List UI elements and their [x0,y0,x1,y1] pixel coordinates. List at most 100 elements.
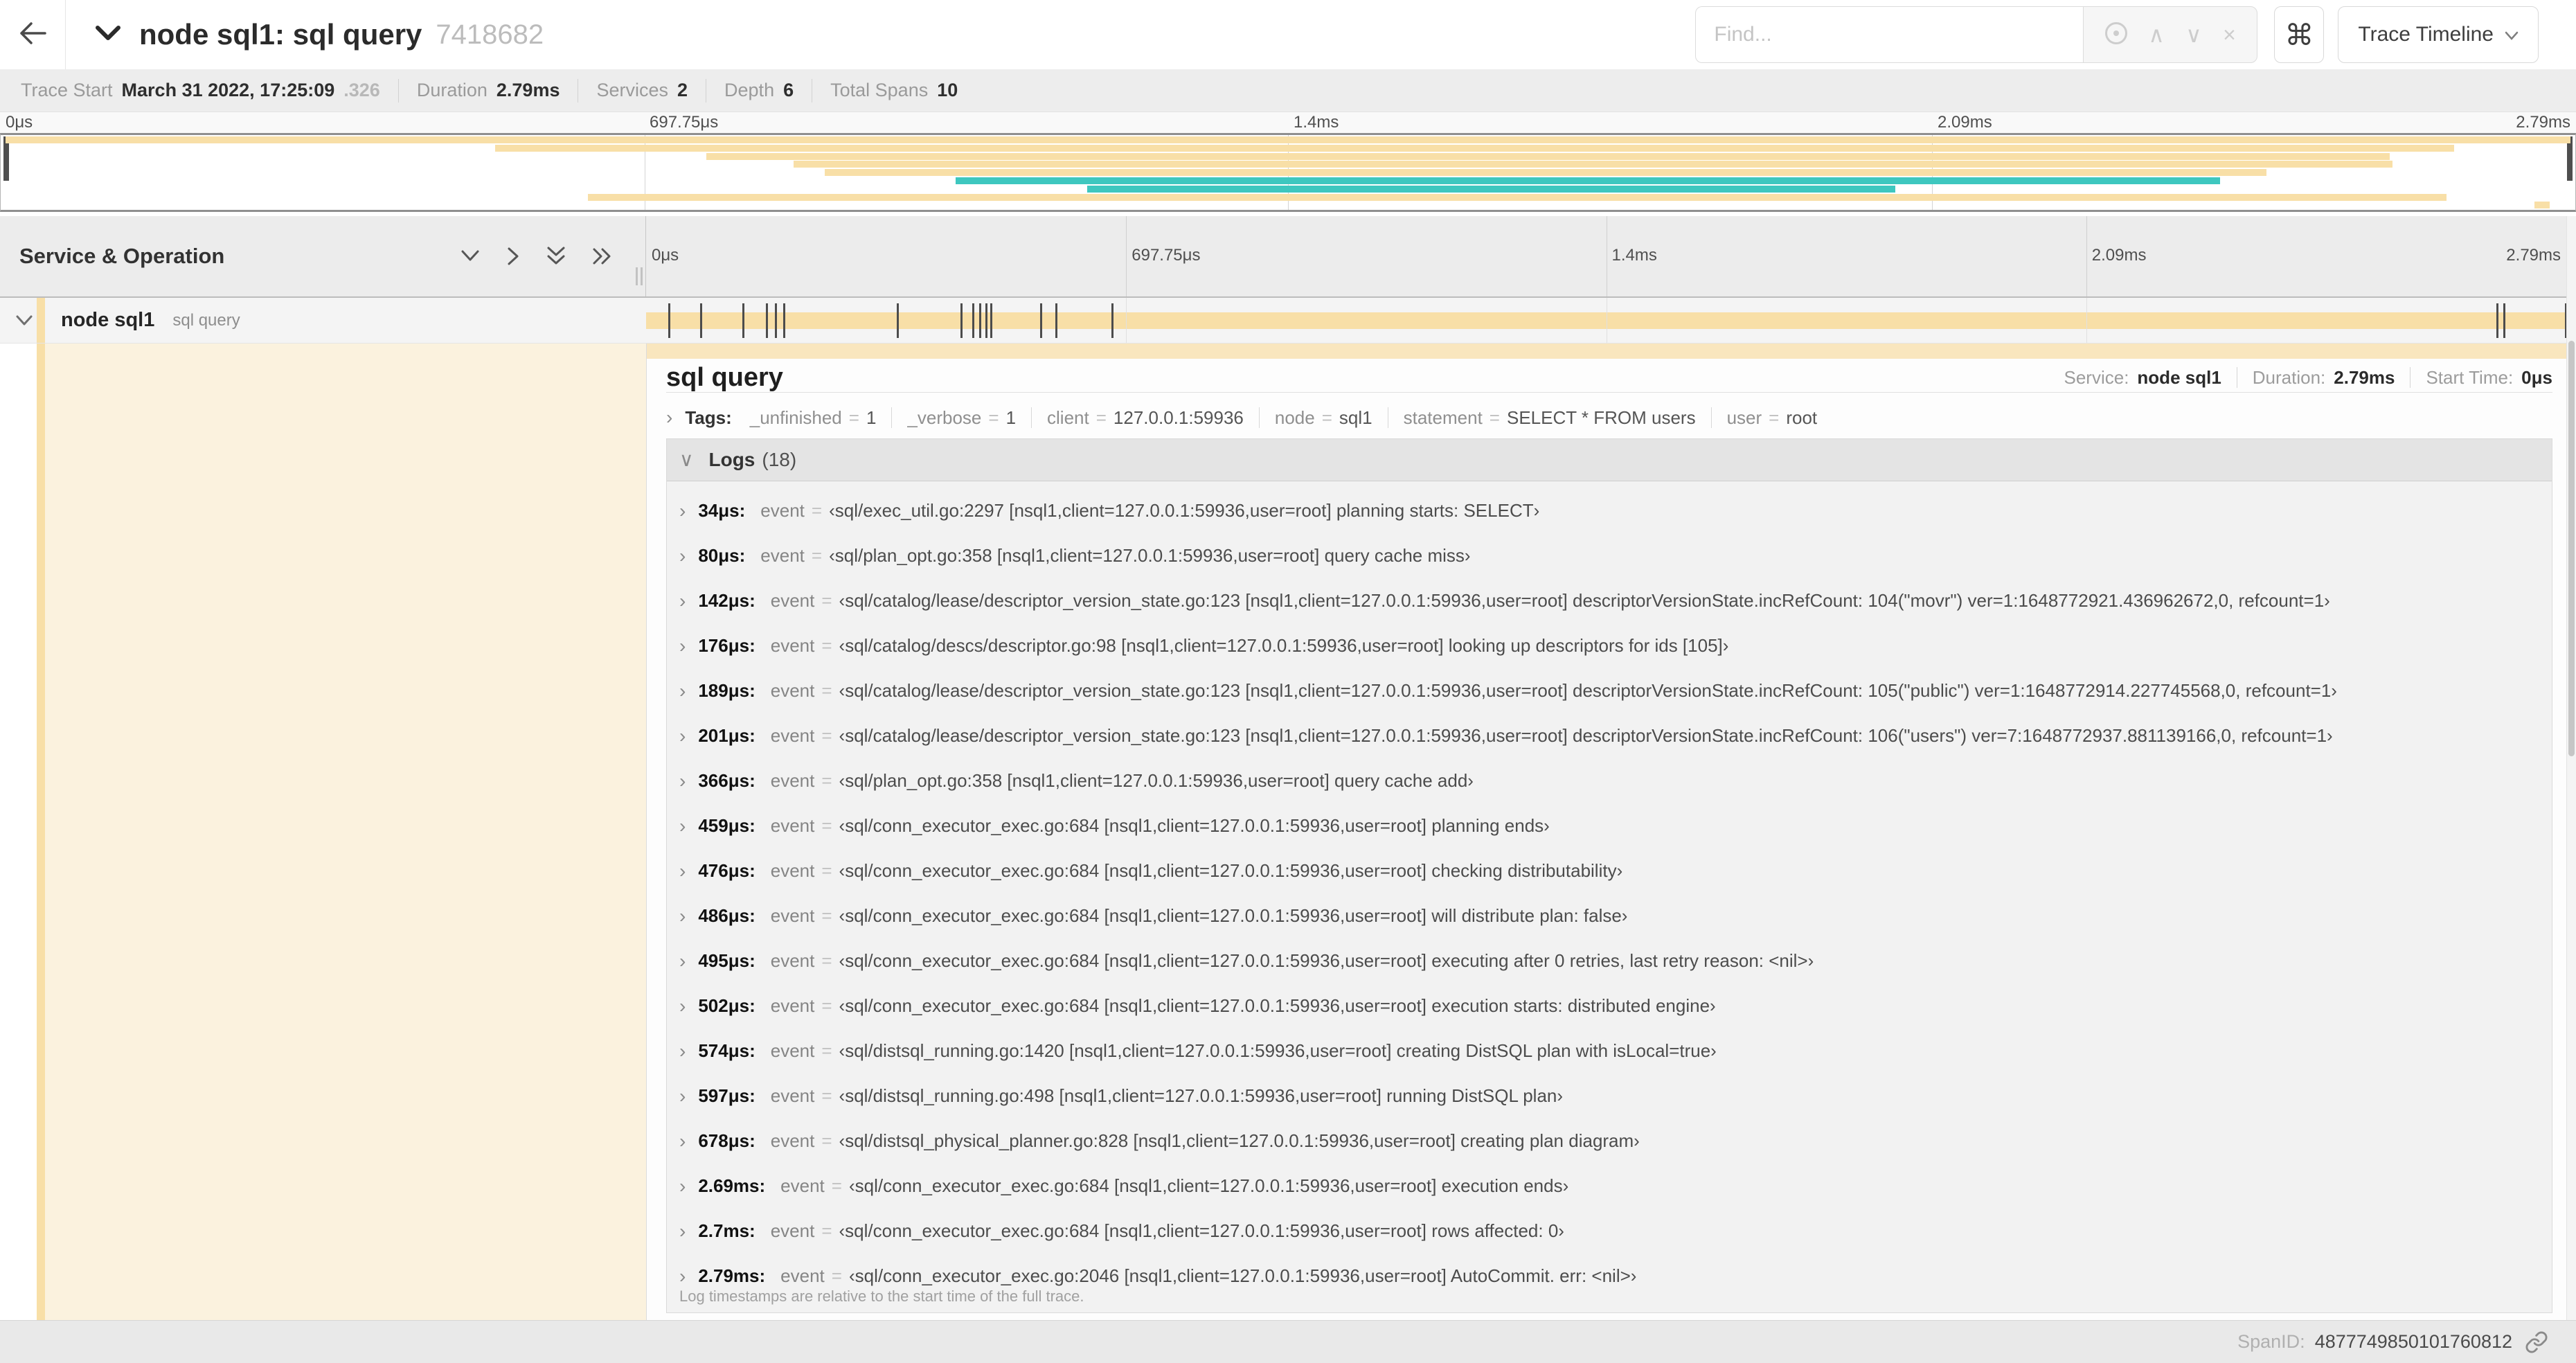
log-row[interactable]: › 176μs: event = ‹sql/catalog/descs/descript… [667,623,2552,668]
chevron-right-icon: › [679,1130,686,1152]
logs-header[interactable]: ∨ Logs (18) [667,439,2552,481]
chevron-right-icon: › [666,407,673,428]
column-resizer-handle[interactable] [636,267,643,285]
log-row[interactable]: › 142μs: event = ‹sql/catalog/lease/descript… [667,578,2552,623]
log-row[interactable]: › 2.7ms: event = ‹sql/conn_executor_exec.go:… [667,1209,2552,1254]
tag-equals: = [1321,407,1332,428]
tag-separator [1031,407,1032,428]
log-equals: = [821,950,832,971]
log-equals: = [821,1220,832,1241]
log-row[interactable]: › 486μs: event = ‹sql/conn_executor_exec.go:… [667,893,2552,938]
chevron-right-icon: › [679,1175,686,1197]
tag-separator [1710,407,1712,428]
meta-label: Start Time: [2426,366,2514,388]
span-color-accent [37,298,45,343]
next-result-icon[interactable]: ∨ [2185,24,2201,46]
log-equals: = [821,815,832,836]
clear-search-icon[interactable]: × [2223,24,2236,46]
log-marker-tick [896,303,899,338]
log-marker-tick [668,303,670,338]
tag-item: _unfinished = 1 [750,407,877,429]
tag-value: 1 [866,407,877,428]
log-row[interactable]: › 189μs: event = ‹sql/catalog/lease/descript… [667,668,2552,713]
log-timestamp: 495μs: [698,950,755,971]
chevron-right-icon: › [679,814,686,837]
tag-key: statement [1403,407,1483,428]
log-equals: = [821,635,832,656]
log-row[interactable]: › 459μs: event = ‹sql/conn_executor_exec.go:… [667,803,2552,848]
log-row[interactable]: › 34μs: event = ‹sql/exec_util.go:2297 [nsql… [667,488,2552,533]
log-field-key: event [780,1265,825,1286]
span-row-timeline-cell[interactable] [646,298,2567,343]
locate-icon[interactable] [2104,21,2127,48]
keyboard-shortcuts-button[interactable]: ⌘ [2274,6,2325,63]
log-row[interactable]: › 476μs: event = ‹sql/conn_executor_exec.go:… [667,848,2552,893]
tags-row[interactable]: › Tags: _unfinished = 1 _verbose = 1 client = 12… [666,402,2552,434]
timeline-minimap[interactable] [0,133,2576,212]
prev-result-icon[interactable]: ∧ [2148,24,2164,46]
service-operation-title: Service & Operation [19,244,225,268]
chevron-right-icon: › [679,905,686,927]
ruler-tick-label: 2.79ms [2516,113,2570,132]
view-dropdown-button[interactable]: Trace Timeline [2338,6,2539,63]
minimap-span-bar [824,169,2266,177]
summary-label: Trace Start [21,80,113,100]
back-button[interactable] [0,0,66,69]
log-row[interactable]: › 678μs: event = ‹sql/distsql_physical_plann… [667,1119,2552,1164]
log-field-key: event [770,1040,815,1061]
log-field-value: ‹sql/distsql_physical_planner.go:828 [ns… [839,1130,1640,1151]
find-input[interactable] [1695,6,2084,63]
log-equals: = [821,680,832,701]
summary-value-suffix: .326 [343,80,380,100]
span-row-label-cell: node sql1 sql query [0,298,646,343]
log-field-key: event [770,590,815,611]
chevron-down-icon[interactable] [15,314,33,327]
log-row[interactable]: › 597μs: event = ‹sql/distsql_running.go:498… [667,1074,2552,1119]
link-icon[interactable] [2525,1330,2548,1354]
top-bar-actions: ∧ ∨ × ⌘ Trace Timeline [1695,6,2539,63]
chevron-right-icon: › [679,1085,686,1107]
log-timestamp: 486μs: [698,905,755,926]
log-equals: = [831,1265,842,1286]
log-field-key: event [770,1085,815,1106]
log-marker-tick [972,303,975,338]
collapse-one-icon[interactable] [460,249,481,264]
minimap-span-bar [587,193,2447,201]
log-row[interactable]: › 2.69ms: event = ‹sql/conn_executor_exec.go… [667,1164,2552,1209]
scrollbar-thumb[interactable] [2568,341,2575,756]
detail-meta: Service: node sql1 Duration: 2.79ms Start Ti… [2064,367,2552,389]
trace-collapse-chevron[interactable] [95,24,121,46]
chevron-right-icon: › [679,769,686,792]
summary-separator [397,78,399,103]
detail-meta-item: Start Time: 0μs [2426,367,2552,389]
collapse-all-icon[interactable] [546,245,566,267]
log-row[interactable]: › 366μs: event = ‹sql/plan_opt.go:358 [nsql1… [667,758,2552,803]
log-row[interactable]: › 574μs: event = ‹sql/distsql_running.go:142… [667,1028,2552,1074]
tag-key: node [1274,407,1315,428]
span-operation-name: sql query [172,310,240,330]
log-field-value: ‹sql/conn_executor_exec.go:684 [nsql1,cl… [839,995,1716,1016]
span-bar-strip [647,344,2566,359]
expand-all-icon[interactable] [591,246,614,267]
log-row[interactable]: › 495μs: event = ‹sql/conn_executor_exec.go:… [667,938,2552,983]
expand-one-icon[interactable] [506,246,521,267]
detail-row-accent [37,344,45,1320]
log-row[interactable]: › 201μs: event = ‹sql/catalog/lease/descript… [667,713,2552,758]
tag-value: 1 [1005,407,1017,428]
log-equals: = [831,1175,842,1196]
detail-meta-item: Duration: 2.79ms [2253,367,2395,389]
logs-count: (18) [762,449,797,470]
span-row[interactable]: node sql1 sql query [0,298,2576,344]
span-service-name: node sql1 [61,309,155,331]
tag-item: user = root [1727,407,1818,429]
log-marker-tick [782,303,785,338]
timeline-gridline [1126,298,1127,343]
vertical-scrollbar[interactable] [2566,216,2576,1320]
chevron-right-icon: › [679,544,686,567]
chevron-right-icon: › [679,589,686,612]
log-row[interactable]: › 502μs: event = ‹sql/conn_executor_exec.go:… [667,983,2552,1028]
summary-item: Trace Start March 31 2022, 17:25:09 .326 [21,80,380,101]
chevron-right-icon: › [679,1265,686,1287]
log-marker-tick [2496,303,2498,338]
log-row[interactable]: › 80μs: event = ‹sql/plan_opt.go:358 [nsql1,… [667,533,2552,578]
